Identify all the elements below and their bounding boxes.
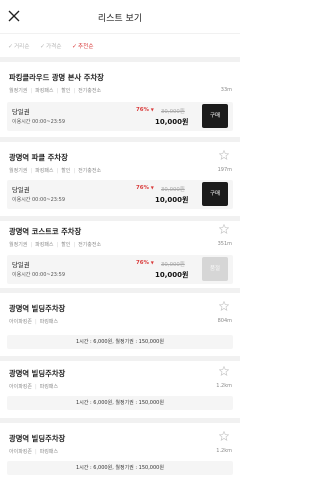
lot-distance: 197m	[217, 167, 232, 173]
star-icon[interactable]	[219, 150, 229, 160]
lot-distance: 351m	[217, 241, 232, 247]
star-icon[interactable]	[219, 301, 229, 311]
header: 리스트 보기	[0, 0, 240, 33]
ticket-time: 이용시간 00:00~23:59	[12, 272, 65, 278]
ticket-time: 이용시간 00:00~23:59	[12, 119, 65, 125]
price-info: 1시간 : 6,000원, 월정기권 : 150,000원	[7, 461, 233, 475]
down-arrow-icon: ▼	[150, 260, 154, 265]
lot-tags: 월정기권 | 파킹패스 | 할인 | 전기충전소	[9, 88, 102, 94]
ticket-row: 당일권 이용시간 00:00~23:59 76% ▼ 30,000원 10,00…	[7, 180, 233, 209]
lot-tags: 아이파킹존 | 파킹패스	[9, 319, 59, 325]
star-icon[interactable]	[219, 224, 229, 234]
lot-name: 광명역 빌딩주차장	[9, 304, 66, 313]
lot-tags: 아이파킹존 | 파킹패스	[9, 449, 59, 455]
check-icon: ✓	[72, 43, 78, 50]
sale-price: 10,000원	[155, 271, 189, 279]
lot-name: 광명역 코스트코 주차장	[9, 227, 82, 236]
lot-distance: 1.2km	[216, 383, 232, 389]
sale-price: 10,000원	[155, 118, 189, 126]
discount-rate: 76% ▼	[136, 185, 154, 191]
sale-price: 10,000원	[155, 196, 189, 204]
ticket-time: 이용시간 00:00~23:59	[12, 197, 65, 203]
lot-tags: 월정기권 | 파킹패스 | 할인 | 전기충전소	[9, 168, 102, 174]
divider	[0, 33, 240, 34]
ticket-name: 당일권	[12, 186, 30, 194]
ticket-row: 당일권 이용시간 00:00~23:59 76% ▼ 30,000원 10,00…	[7, 102, 233, 131]
ticket-name: 당일권	[12, 108, 30, 116]
check-icon: ✓	[8, 43, 14, 50]
down-arrow-icon: ▼	[150, 185, 154, 190]
sort-distance[interactable]: ✓거리순	[8, 42, 29, 50]
section-divider	[0, 418, 240, 423]
page-title: 리스트 보기	[97, 14, 143, 24]
sort-bar: ✓거리순 ✓가격순 ✓추천순	[0, 36, 240, 56]
lot-distance: 804m	[217, 318, 232, 324]
lot-name: 광명역 파클 주차장	[9, 153, 68, 162]
original-price: 30,000원	[161, 187, 185, 193]
discount-rate: 76% ▼	[136, 107, 154, 113]
lot-name: 파킹클라우드 광명 본사 주차장	[9, 73, 104, 82]
buy-button[interactable]: 구매	[202, 104, 228, 128]
section-divider	[0, 288, 240, 293]
section-divider	[0, 356, 240, 361]
section-divider	[0, 57, 240, 62]
sort-price[interactable]: ✓가격순	[40, 42, 61, 50]
down-arrow-icon: ▼	[150, 107, 154, 112]
ticket-name: 당일권	[12, 261, 30, 269]
lot-name: 광명역 빌딩주차장	[9, 434, 66, 443]
discount-rate: 76% ▼	[136, 260, 154, 266]
price-info: 1시간 : 6,000원, 월정기권 : 150,000원	[7, 335, 233, 349]
lot-distance: 1.2km	[216, 448, 232, 454]
lot-name: 광명역 빌딩주차장	[9, 369, 66, 378]
lot-distance: 33m	[220, 87, 232, 93]
ticket-row: 당일권 이용시간 00:00~23:59 76% ▼ 30,000원 10,00…	[7, 255, 233, 284]
buy-button[interactable]: 구매	[202, 182, 228, 206]
check-icon: ✓	[40, 43, 46, 50]
lot-tags: 월정기권 | 파킹패스 | 할인 | 전기충전소	[9, 242, 102, 248]
star-icon[interactable]	[219, 366, 229, 376]
sold-out-button: 품절	[202, 257, 228, 281]
section-divider	[0, 216, 240, 221]
lot-tags: 아이파킹존 | 파킹패스	[9, 384, 59, 390]
sort-recommended[interactable]: ✓추천순	[72, 42, 93, 50]
price-info: 1시간 : 6,000원, 월정기권 : 150,000원	[7, 396, 233, 410]
section-divider	[0, 137, 240, 142]
original-price: 30,000원	[161, 109, 185, 115]
star-icon[interactable]	[219, 431, 229, 441]
original-price: 30,000원	[161, 262, 185, 268]
